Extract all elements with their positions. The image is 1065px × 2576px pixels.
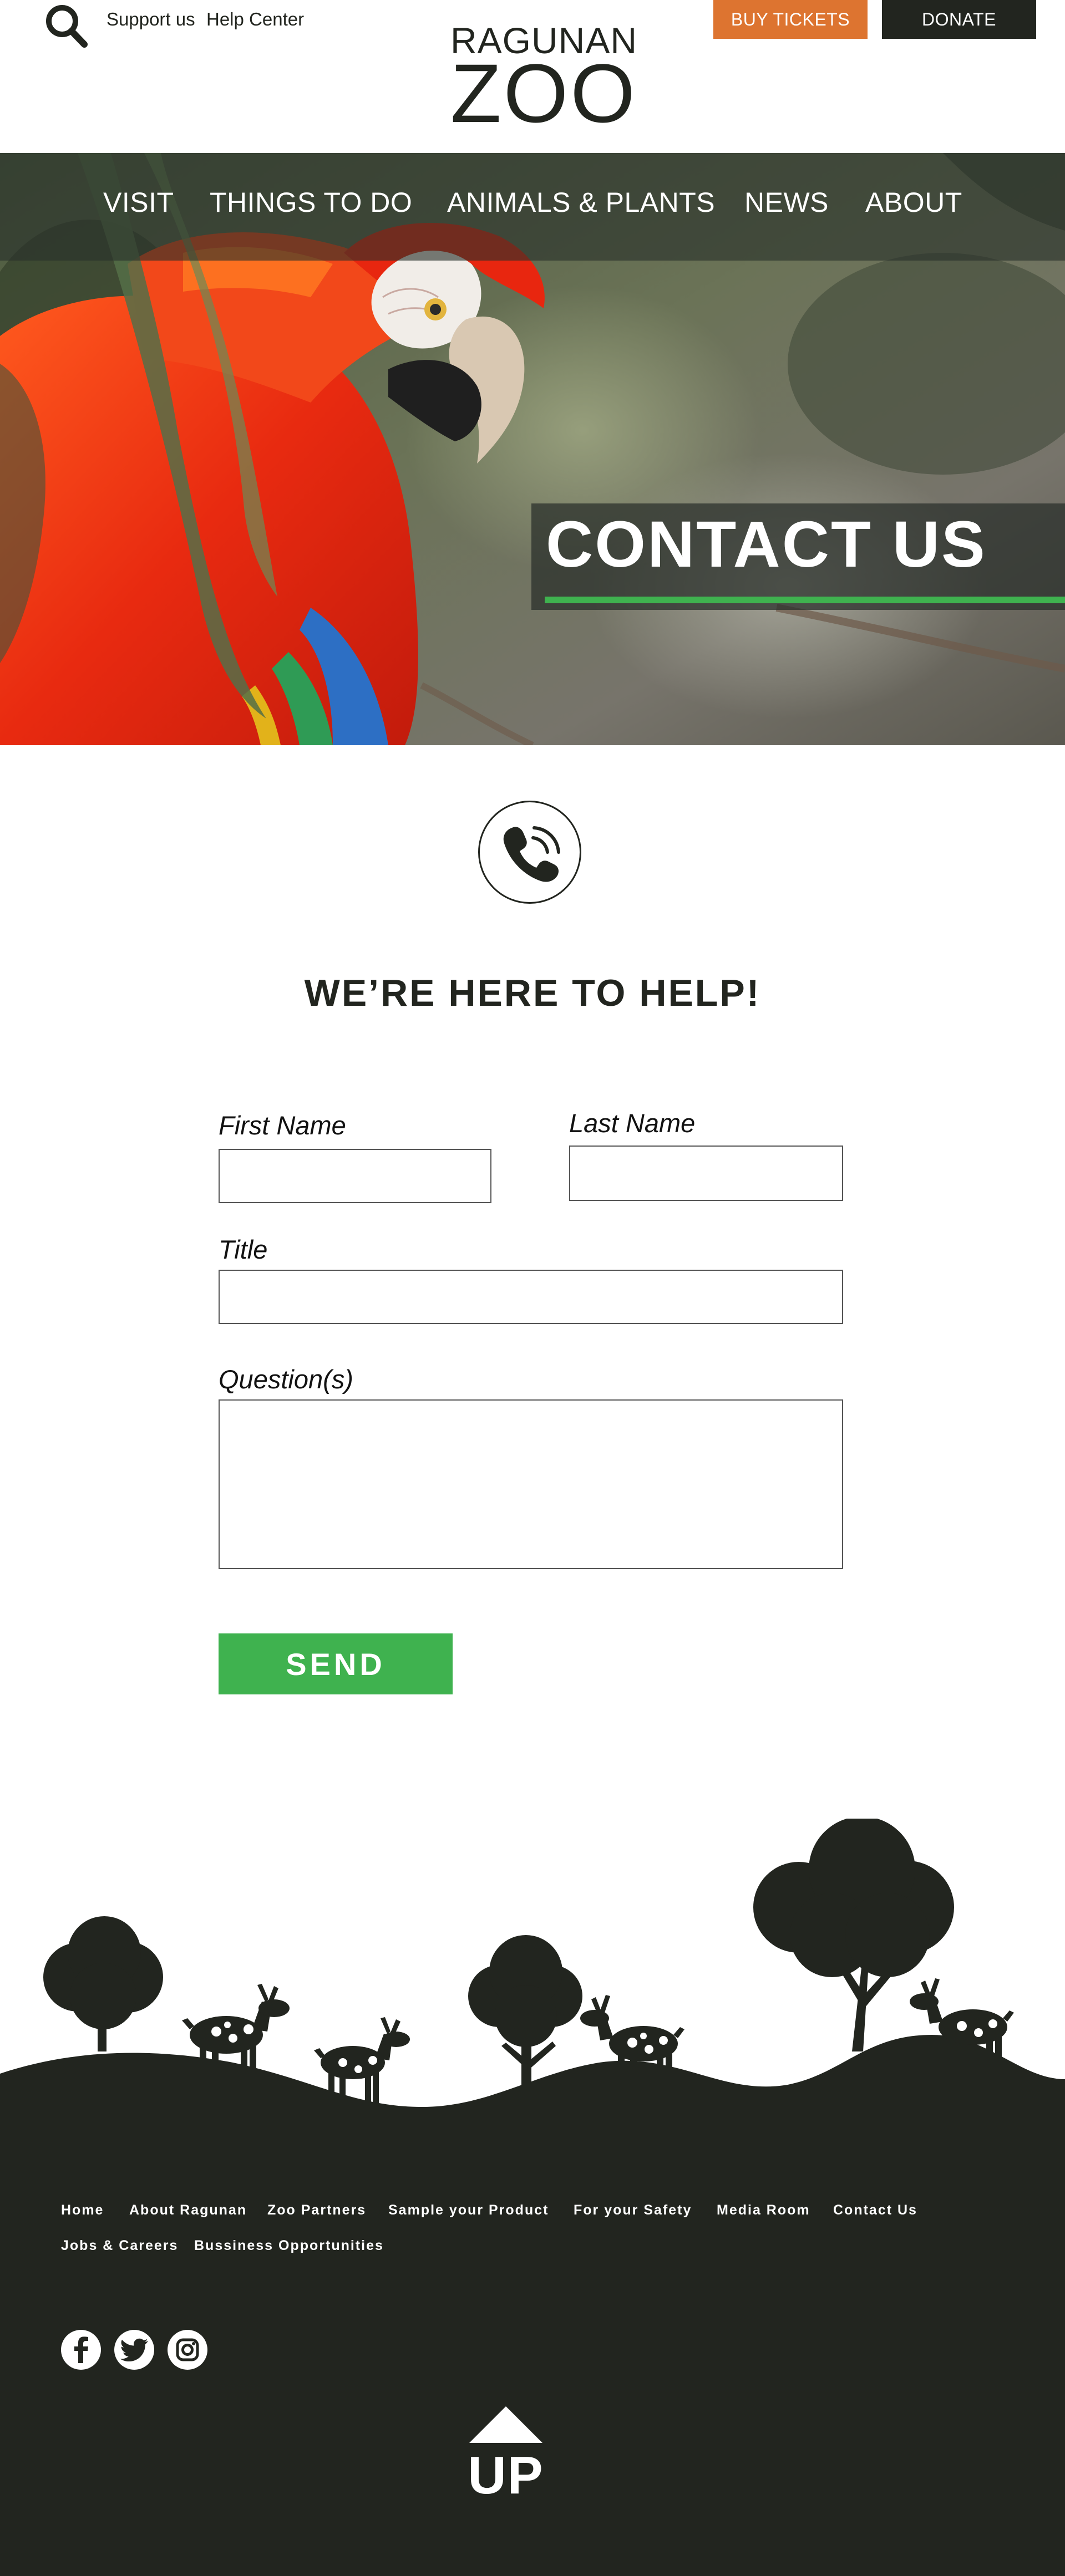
back-to-top-button[interactable]: UP bbox=[466, 2406, 546, 2512]
footer-link-sample-your-product[interactable]: Sample your Product bbox=[388, 2202, 549, 2218]
help-center-link[interactable]: Help Center bbox=[206, 9, 304, 30]
footer-link-media-room[interactable]: Media Room bbox=[717, 2202, 810, 2218]
footer-link-contact-us[interactable]: Contact Us bbox=[833, 2202, 917, 2218]
first-name-label: First Name bbox=[219, 1111, 346, 1140]
footer-link-zoo-partners[interactable]: Zoo Partners bbox=[267, 2202, 366, 2218]
site-header: Support us Help Center RAGUNAN ZOO BUY T… bbox=[0, 0, 1065, 153]
nav-item-about[interactable]: ABOUT bbox=[865, 186, 962, 218]
questions-label: Question(s) bbox=[219, 1365, 353, 1394]
hero-banner: VISIT THINGS TO DO ANIMALS & PLANTS NEWS… bbox=[0, 153, 1065, 745]
footer-landscape-illustration bbox=[0, 1819, 1065, 2151]
twitter-icon[interactable] bbox=[114, 2330, 154, 2370]
footer-link-for-your-safety[interactable]: For your Safety bbox=[574, 2202, 692, 2218]
arrow-up-icon bbox=[469, 2406, 542, 2443]
title-underline bbox=[545, 597, 1065, 603]
first-name-input[interactable] bbox=[219, 1149, 491, 1203]
send-button[interactable]: SEND bbox=[219, 1633, 453, 1694]
footer-link-about-ragunan[interactable]: About Ragunan bbox=[129, 2202, 247, 2218]
up-label: UP bbox=[468, 2446, 544, 2505]
ragunan-zoo-logo[interactable]: RAGUNAN ZOO bbox=[450, 22, 637, 140]
support-us-link[interactable]: Support us bbox=[106, 9, 195, 30]
site-footer: Home About Ragunan Zoo Partners Sample y… bbox=[0, 2140, 1065, 2576]
page-title-banner: CONTACT US bbox=[531, 503, 1065, 610]
instagram-icon[interactable] bbox=[168, 2330, 207, 2370]
nav-item-things-to-do[interactable]: THINGS TO DO bbox=[210, 186, 412, 218]
donate-button[interactable]: DONATE bbox=[882, 0, 1036, 39]
nav-item-news[interactable]: NEWS bbox=[744, 186, 829, 218]
nav-item-visit[interactable]: VISIT bbox=[103, 186, 174, 218]
footer-link-home[interactable]: Home bbox=[61, 2202, 104, 2218]
facebook-icon[interactable] bbox=[61, 2330, 101, 2370]
logo-text-main: ZOO bbox=[450, 47, 637, 140]
questions-textarea[interactable] bbox=[219, 1399, 843, 1569]
footer-link-jobs-careers[interactable]: Jobs & Careers bbox=[61, 2238, 178, 2254]
main-navigation: VISIT THINGS TO DO ANIMALS & PLANTS NEWS… bbox=[0, 153, 1065, 261]
footer-link-business-opportunities[interactable]: Bussiness Opportunities bbox=[194, 2238, 384, 2254]
title-input[interactable] bbox=[219, 1270, 843, 1324]
buy-tickets-button[interactable]: BUY TICKETS bbox=[713, 0, 868, 39]
search-icon[interactable] bbox=[42, 2, 90, 50]
title-label: Title bbox=[219, 1235, 268, 1264]
nav-item-animals-plants[interactable]: ANIMALS & PLANTS bbox=[447, 186, 715, 218]
last-name-input[interactable] bbox=[569, 1146, 843, 1201]
help-heading: WE’RE HERE TO HELP! bbox=[304, 972, 761, 1014]
phone-icon bbox=[503, 826, 560, 882]
phone-icon-circle bbox=[478, 801, 581, 904]
page-title: CONTACT US bbox=[546, 508, 987, 581]
last-name-label: Last Name bbox=[569, 1108, 696, 1138]
